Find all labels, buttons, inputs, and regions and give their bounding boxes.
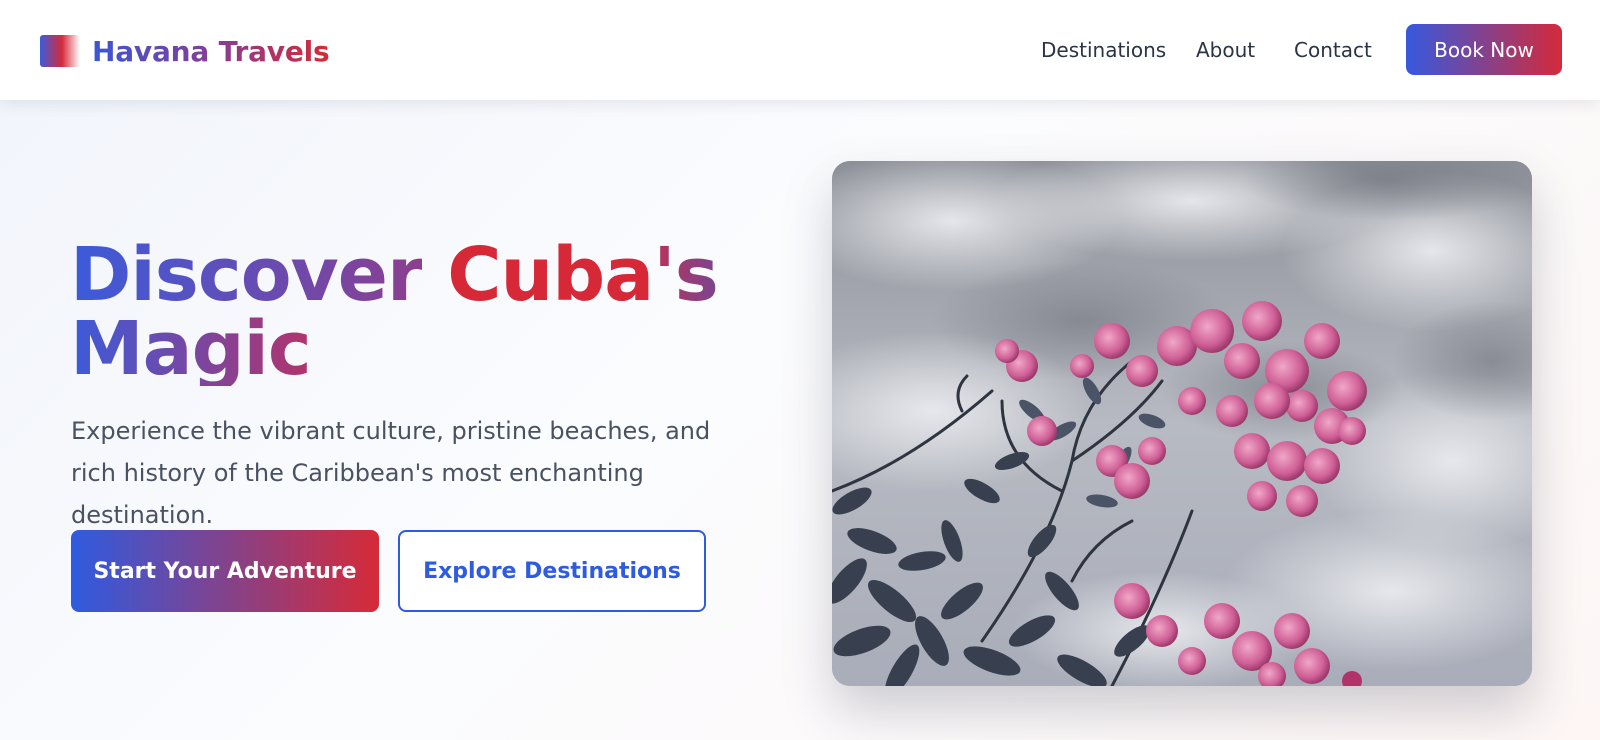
brand-logo[interactable]: Havana Travels (40, 34, 330, 68)
book-now-button[interactable]: Book Now (1406, 24, 1562, 75)
hero-title-word-cuba: Cuba (447, 238, 654, 318)
start-adventure-button[interactable]: Start Your Adventure (71, 530, 379, 612)
hero-title-word-magic: Magic (70, 306, 312, 386)
nav-destinations[interactable]: Destinations (1041, 38, 1166, 62)
site-header: Havana Travels Destinations About Contac… (0, 0, 1600, 100)
nav-contact[interactable]: Contact (1294, 38, 1372, 62)
hero-title-possessive: 's (653, 238, 719, 318)
nav-about[interactable]: About (1196, 38, 1255, 62)
flowers-photo-illustration (832, 161, 1532, 686)
brand-name: Havana Travels (92, 34, 330, 68)
hero-subtitle: Experience the vibrant culture, pristine… (71, 417, 711, 529)
explore-destinations-button[interactable]: Explore Destinations (398, 530, 706, 612)
hero-title: Discover Cuba's Magic (70, 238, 770, 386)
hero-image (832, 161, 1532, 686)
brand-mark-icon (40, 35, 80, 67)
